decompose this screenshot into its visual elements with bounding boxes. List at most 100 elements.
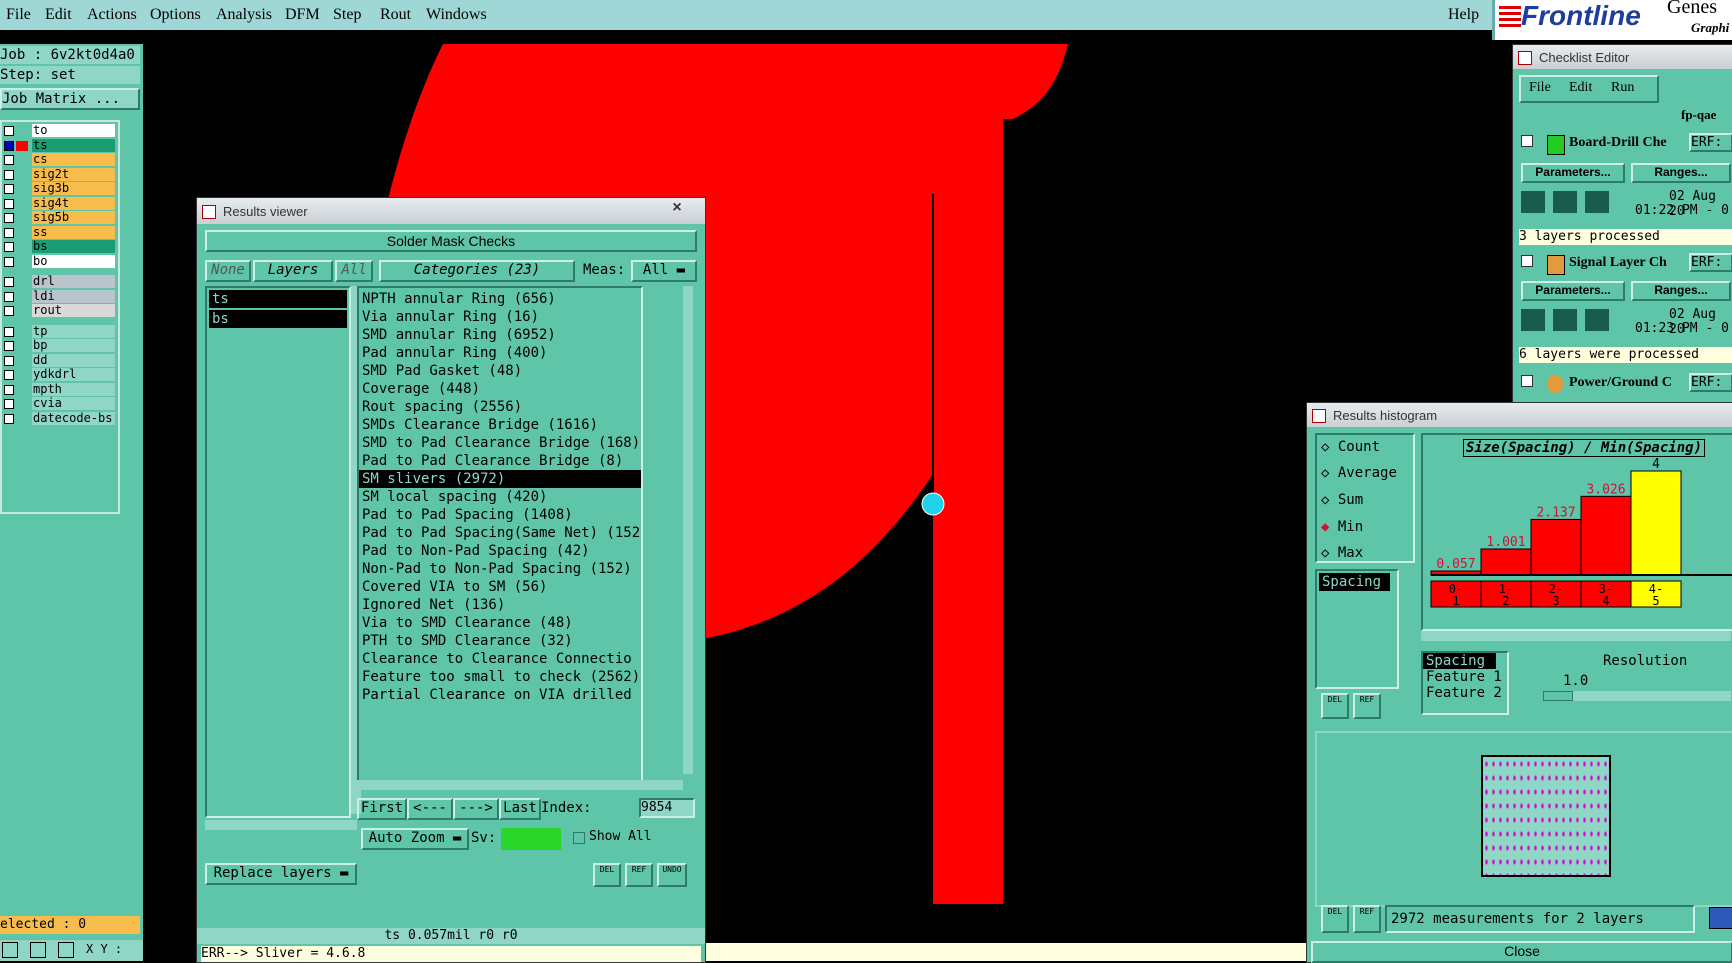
list-item[interactable]: SMD to Pad Clearance Bridge (168) <box>359 434 641 452</box>
layer-row[interactable]: ldi <box>2 289 115 304</box>
layer-checkbox[interactable] <box>4 291 14 302</box>
del-icon[interactable]: DEL <box>593 863 621 887</box>
list-item[interactable]: SM local spacing (420) <box>359 488 641 506</box>
all-layers-button[interactable]: All <box>335 260 373 282</box>
checkmark-icon[interactable] <box>1521 255 1533 267</box>
layer-row[interactable]: bo <box>2 254 115 269</box>
layer-row[interactable]: rout <box>2 304 115 318</box>
layer-row[interactable]: cs <box>2 153 115 167</box>
layer-name[interactable]: sig5b <box>32 211 115 224</box>
layer-checkbox[interactable] <box>4 326 14 337</box>
index-input[interactable]: 9854 <box>639 798 695 818</box>
checklist-menu-file[interactable]: File <box>1529 80 1551 96</box>
list-item[interactable]: Clearance to Clearance Connectio <box>359 650 641 668</box>
list-item[interactable]: Non-Pad to Non-Pad Spacing (152) <box>359 560 641 578</box>
layer-name[interactable]: ldi <box>32 289 115 303</box>
menu-edit[interactable]: Edit <box>45 6 72 24</box>
list-item[interactable]: SMD annular Ring (6952) <box>359 326 641 344</box>
layer-name[interactable]: datecode-bs <box>32 411 115 425</box>
list-item[interactable]: Feature too small to check (2562) <box>359 668 641 686</box>
list-item[interactable]: Pad to Pad Spacing (1408) <box>359 506 641 524</box>
run-icon[interactable] <box>1521 191 1545 213</box>
auto-zoom-dropdown[interactable]: Auto Zoom ▬ <box>361 828 469 850</box>
checklist-item-name[interactable]: Signal Layer Ch <box>1569 255 1667 271</box>
checklist-menu-edit[interactable]: Edit <box>1569 80 1592 96</box>
none-button[interactable]: None <box>205 260 251 282</box>
checkmark-icon[interactable] <box>1521 135 1533 147</box>
layer-checkbox[interactable] <box>4 227 14 238</box>
grid-icon[interactable] <box>58 942 74 958</box>
layer-row[interactable]: to <box>2 124 115 138</box>
layer-row[interactable]: sig2t <box>2 167 115 182</box>
resolution-slider[interactable] <box>1543 691 1731 701</box>
run-icon[interactable] <box>1553 309 1577 331</box>
menu-actions[interactable]: Actions <box>87 6 137 24</box>
category-list-scrollbar[interactable] <box>683 286 693 774</box>
layer-name[interactable]: ts <box>32 138 115 152</box>
list-item[interactable]: Pad to Pad Clearance Bridge (8) <box>359 452 641 470</box>
list-item[interactable]: PTH to SMD Clearance (32) <box>359 632 641 650</box>
ref-icon[interactable]: REF <box>1353 905 1381 933</box>
ranges-button[interactable]: Ranges... <box>1631 281 1731 301</box>
layer-checkbox[interactable] <box>4 198 14 209</box>
list-item[interactable]: Via to SMD Clearance (48) <box>359 614 641 632</box>
close-icon[interactable]: × <box>657 199 697 219</box>
layer-list-hscrollbar[interactable] <box>205 820 357 830</box>
list-item-selected[interactable]: SM slivers (2972) <box>359 470 641 488</box>
layer-checkbox[interactable] <box>4 140 14 151</box>
layer-row[interactable]: tp <box>2 324 115 339</box>
categories-button[interactable]: Categories (23) <box>379 260 575 282</box>
layer-row[interactable]: sig3b <box>2 182 115 196</box>
layer-checkbox[interactable] <box>4 126 14 136</box>
checklist-menu-run[interactable]: Run <box>1611 80 1634 96</box>
layer-row[interactable]: bs <box>2 240 115 254</box>
erf-button[interactable]: ERF: <box>1689 133 1732 152</box>
ranges-button[interactable]: Ranges... <box>1631 163 1731 183</box>
sv-color-dropdown[interactable] <box>501 828 561 850</box>
histogram-bar[interactable] <box>1480 548 1532 576</box>
ref-icon[interactable]: REF <box>625 863 653 887</box>
layer-row[interactable]: mpth <box>2 382 115 397</box>
layer-row[interactable]: sig5b <box>2 211 115 225</box>
layer-row[interactable]: datecode-bs <box>2 411 115 426</box>
job-matrix-button[interactable]: Job Matrix ... <box>0 88 140 110</box>
layer-checkbox[interactable] <box>4 155 14 165</box>
del-icon[interactable]: DEL <box>1321 693 1349 719</box>
layer-row[interactable]: ss <box>2 225 115 240</box>
layer-name[interactable]: mpth <box>32 382 115 396</box>
radio-min[interactable]: ◆ Min <box>1321 519 1363 535</box>
layers-button[interactable]: Layers <box>253 260 333 282</box>
layer-checkbox[interactable] <box>4 306 14 316</box>
last-button[interactable]: Last <box>499 798 541 820</box>
pointer-icon[interactable] <box>2 942 18 958</box>
list-item[interactable]: Covered VIA to SM (56) <box>359 578 641 596</box>
checkmark-icon[interactable] <box>1521 375 1533 387</box>
layer-row[interactable]: bp <box>2 339 115 353</box>
layer-checkbox[interactable] <box>4 277 14 287</box>
parameters-button[interactable]: Parameters... <box>1521 163 1625 183</box>
layer-checkbox[interactable] <box>4 256 14 267</box>
run-icon[interactable] <box>1553 191 1577 213</box>
undo-icon[interactable]: UNDO <box>657 863 687 887</box>
list-item[interactable]: bs <box>209 310 347 328</box>
radio-average[interactable]: ◇ Average <box>1321 465 1397 481</box>
layer-checkbox[interactable] <box>4 413 14 424</box>
list-item[interactable]: NPTH annular Ring (656) <box>359 290 641 308</box>
radio-count[interactable]: ◇ Count <box>1321 439 1380 455</box>
layer-name[interactable]: to <box>32 124 115 137</box>
list-item[interactable]: ts <box>209 290 347 308</box>
close-button[interactable]: Close <box>1311 941 1732 963</box>
list-item[interactable]: Ignored Net (136) <box>359 596 641 614</box>
histogram-options-icon[interactable] <box>1709 907 1732 929</box>
erf-button[interactable]: ERF: <box>1689 253 1732 272</box>
list-item[interactable]: Spacing <box>1319 573 1390 591</box>
layer-checkbox[interactable] <box>4 355 14 366</box>
prev-button[interactable]: <--- <box>407 798 453 820</box>
layer-name[interactable]: bp <box>32 339 115 352</box>
layer-checkbox[interactable] <box>4 184 14 194</box>
layer-name[interactable]: rout <box>32 304 115 317</box>
run-icon[interactable] <box>1521 309 1545 331</box>
menu-analysis[interactable]: Analysis <box>216 6 272 24</box>
list-item[interactable]: Pad annular Ring (400) <box>359 344 641 362</box>
ref-icon[interactable]: REF <box>1353 693 1381 719</box>
